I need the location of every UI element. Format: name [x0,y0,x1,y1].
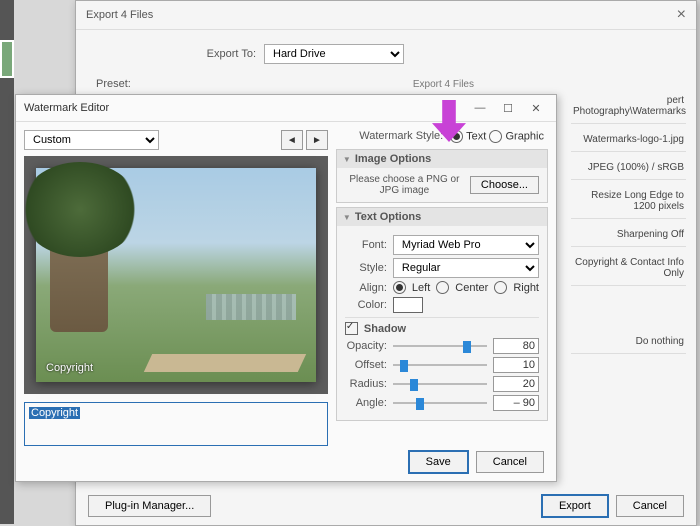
watermark-preset-select[interactable]: Custom [24,130,159,150]
summary-resize: Resize Long Edge to 1200 pixels [571,186,686,219]
prev-arrow-icon[interactable]: ◄ [281,130,303,150]
style-text-label: Text [466,130,486,142]
summary-meta: Copyright & Contact Info Only [571,253,686,286]
export-button[interactable]: Export [542,495,608,517]
choose-image-button[interactable]: Choose... [470,176,539,194]
image-options-header[interactable]: Image Options [337,150,547,168]
export-summary: pert Photography\Watermarks Watermarks-l… [571,91,686,354]
offset-label: Offset: [345,359,387,371]
offset-slider[interactable] [393,358,487,372]
summary-post: Do nothing [571,332,686,354]
summary-path: pert Photography\Watermarks [571,91,686,124]
align-left-radio[interactable] [393,281,406,294]
opacity-label: Opacity: [345,340,387,352]
wm-title-text: Watermark Editor [24,102,109,114]
radius-label: Radius: [345,378,387,390]
wm-save-button[interactable]: Save [409,451,468,473]
image-hint: Please choose a PNG or JPG image [345,174,464,196]
color-swatch[interactable] [393,297,423,313]
export-title: Export 4 Files [86,1,153,29]
offset-value[interactable]: 10 [493,357,539,373]
watermark-preview: Copyright [24,156,328,394]
color-label: Color: [345,299,387,311]
watermark-text-input[interactable]: Copyright [24,402,328,446]
radius-value[interactable]: 20 [493,376,539,392]
shadow-checkbox[interactable] [345,322,358,335]
image-options-panel: Image Options Please choose a PNG or JPG… [336,149,548,203]
export-titlebar: Export 4 Files × [76,1,696,30]
watermark-text-value: Copyright [29,407,80,419]
align-center-radio[interactable] [436,281,449,294]
angle-value[interactable]: – 90 [493,395,539,411]
fontstyle-label: Style: [345,262,387,274]
close-icon[interactable]: × [677,1,686,29]
summary-file: Watermarks-logo-1.jpg [571,130,686,152]
style-graphic-radio[interactable] [489,130,502,143]
export-to-select[interactable]: Hard Drive [264,44,404,64]
export-cancel-button[interactable]: Cancel [616,495,684,517]
export-to-label: Export To: [196,48,256,60]
close-icon[interactable]: ✕ [524,97,548,119]
angle-slider[interactable] [393,396,487,410]
left-strip [0,0,14,524]
plugin-manager-button[interactable]: Plug-in Manager... [88,495,211,517]
watermark-editor-dialog: Watermark Editor — ☐ ✕ Custom ◄ ► [15,94,557,482]
wm-cancel-button[interactable]: Cancel [476,451,544,473]
minimize-icon[interactable]: — [468,97,492,119]
preset-label: Preset: [96,78,131,90]
fontstyle-select[interactable]: Regular [393,258,539,278]
align-right-radio[interactable] [494,281,507,294]
watermark-style-label: Watermark Style: [359,130,443,142]
angle-label: Angle: [345,397,387,409]
align-label: Align: [345,282,387,294]
font-select[interactable]: Myriad Web Pro [393,235,539,255]
preview-watermark-text: Copyright [46,362,93,374]
maximize-icon[interactable]: ☐ [496,97,520,119]
opacity-value[interactable]: 80 [493,338,539,354]
preview-image: Copyright [36,168,316,382]
summary-sharpen: Sharpening Off [571,225,686,247]
export-section-label: Export 4 Files [413,79,474,90]
text-options-header[interactable]: Text Options [337,208,547,226]
opacity-slider[interactable] [393,339,487,353]
next-arrow-icon[interactable]: ► [306,130,328,150]
text-options-panel: Text Options Font: Myriad Web Pro Style:… [336,207,548,421]
summary-format: JPEG (100%) / sRGB [571,158,686,180]
radius-slider[interactable] [393,377,487,391]
style-graphic-label: Graphic [505,130,544,142]
wm-titlebar: Watermark Editor — ☐ ✕ [16,95,556,122]
font-label: Font: [345,239,387,251]
shadow-label: Shadow [364,323,406,335]
